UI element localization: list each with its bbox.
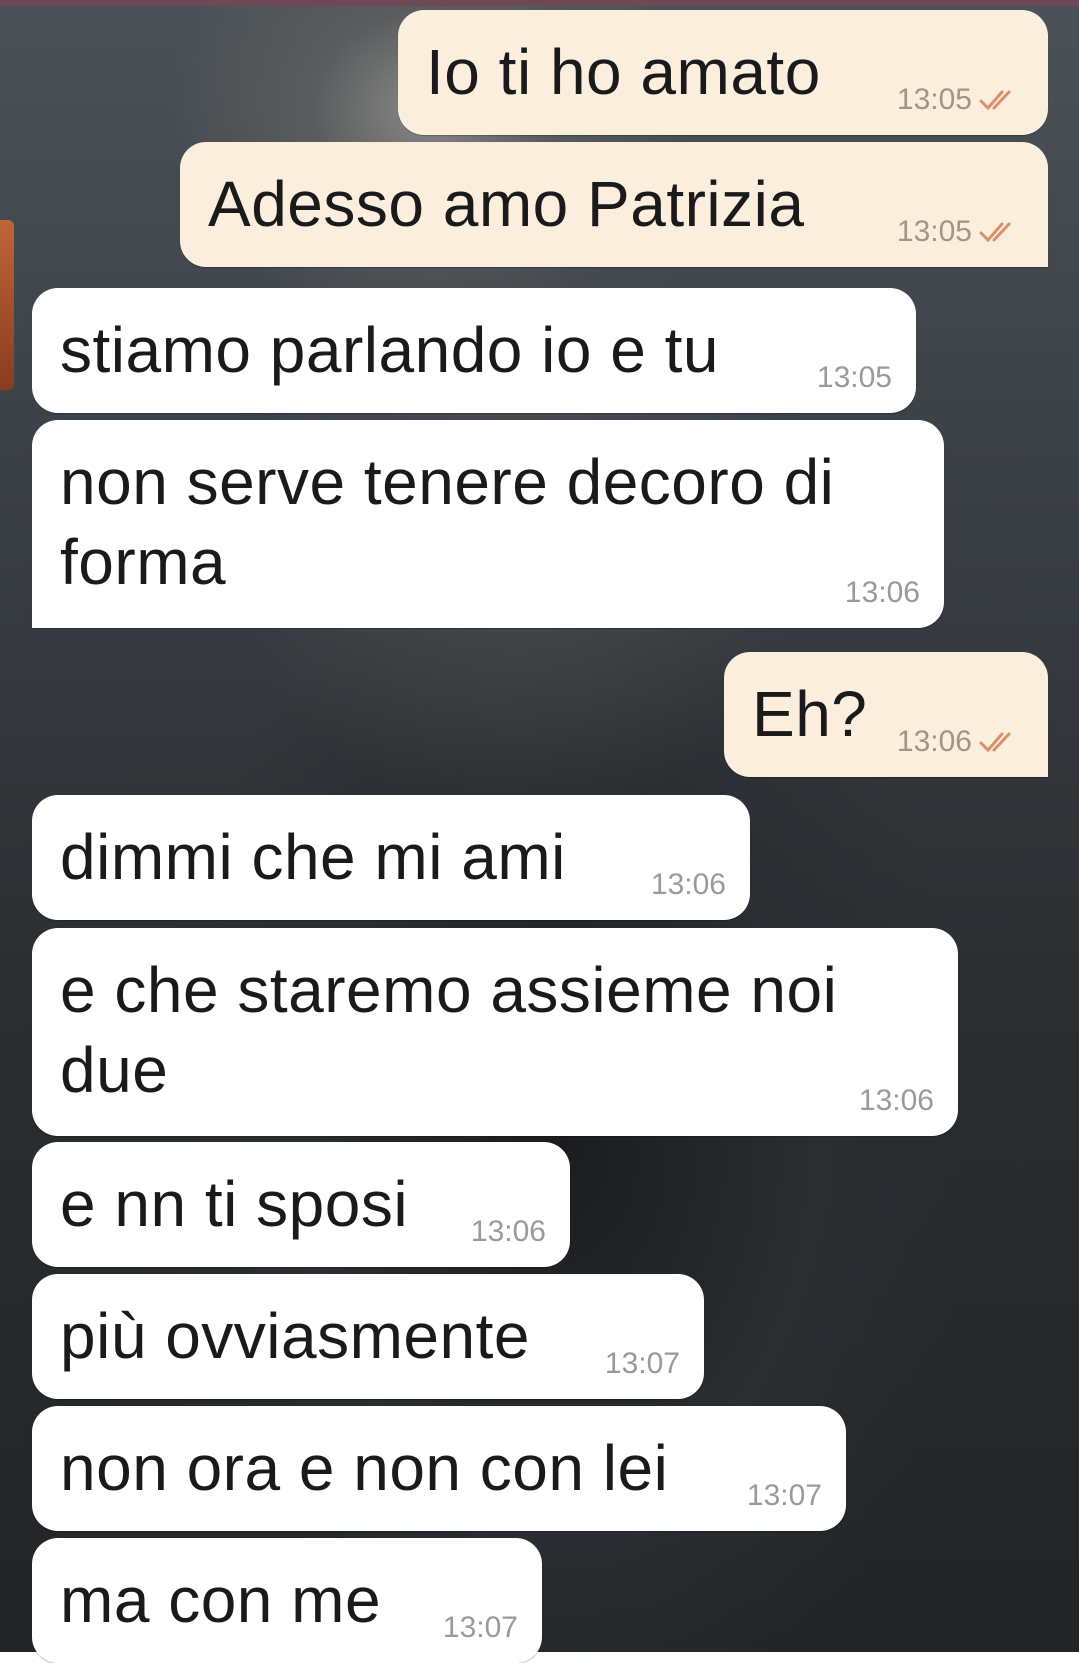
message-text: e nn ti sposi	[60, 1168, 409, 1240]
message-text: più ovviasmente	[60, 1300, 530, 1372]
message-time: 13:06	[650, 868, 726, 901]
message-text: e che staremo assieme noi due	[60, 954, 838, 1106]
message-incoming[interactable]: stiamo parlando io e tu 13:05	[32, 288, 916, 413]
message-meta: 13:06	[651, 868, 726, 902]
message-incoming[interactable]: ma con me 13:07	[32, 1538, 542, 1663]
message-time: 13:06	[470, 1215, 546, 1248]
wallpaper-accent	[0, 220, 14, 390]
message-meta: 13:05	[897, 83, 1024, 117]
status-strip	[0, 0, 1079, 6]
message-meta: 13:07	[747, 1479, 822, 1513]
message-meta: 13:07	[605, 1347, 680, 1381]
message-text: non ora e non con lei	[60, 1432, 669, 1504]
message-time: 13:07	[604, 1347, 680, 1380]
message-incoming[interactable]: e che staremo assieme noi due 13:06	[32, 928, 958, 1136]
read-receipt-icon	[979, 222, 1011, 243]
message-incoming[interactable]: e nn ti sposi 13:06	[32, 1142, 570, 1267]
message-incoming[interactable]: non ora e non con lei 13:07	[32, 1406, 846, 1531]
message-meta: 13:06	[859, 1084, 934, 1118]
message-outgoing[interactable]: Adesso amo Patrizia 13:05	[180, 142, 1048, 267]
message-meta: 13:06	[471, 1215, 546, 1249]
message-incoming[interactable]: più ovviasmente 13:07	[32, 1274, 704, 1399]
message-text: stiamo parlando io e tu	[60, 314, 719, 386]
message-outgoing[interactable]: Eh? 13:06	[724, 652, 1048, 777]
message-time: 13:06	[844, 576, 920, 609]
message-time: 13:06	[858, 1084, 934, 1117]
read-receipt-icon	[979, 90, 1011, 111]
message-meta: 13:07	[443, 1611, 518, 1645]
read-receipt-icon	[979, 732, 1011, 753]
message-incoming[interactable]: dimmi che mi ami 13:06	[32, 795, 750, 920]
message-text: dimmi che mi ami	[60, 821, 566, 893]
message-outgoing[interactable]: Io ti ho amato 13:05	[398, 10, 1048, 135]
message-time: 13:07	[746, 1479, 822, 1512]
message-text: non serve tenere decoro di forma	[60, 446, 835, 598]
message-meta: 13:06	[897, 725, 1024, 759]
message-time: 13:05	[896, 215, 972, 248]
message-time: 13:07	[442, 1611, 518, 1644]
message-meta: 13:05	[817, 361, 892, 395]
message-incoming[interactable]: non serve tenere decoro di forma 13:06	[32, 420, 944, 628]
message-time: 13:05	[816, 361, 892, 394]
message-meta: 13:06	[845, 576, 920, 610]
message-meta: 13:05	[897, 215, 1024, 249]
message-time: 13:06	[896, 725, 972, 758]
message-time: 13:05	[896, 83, 972, 116]
